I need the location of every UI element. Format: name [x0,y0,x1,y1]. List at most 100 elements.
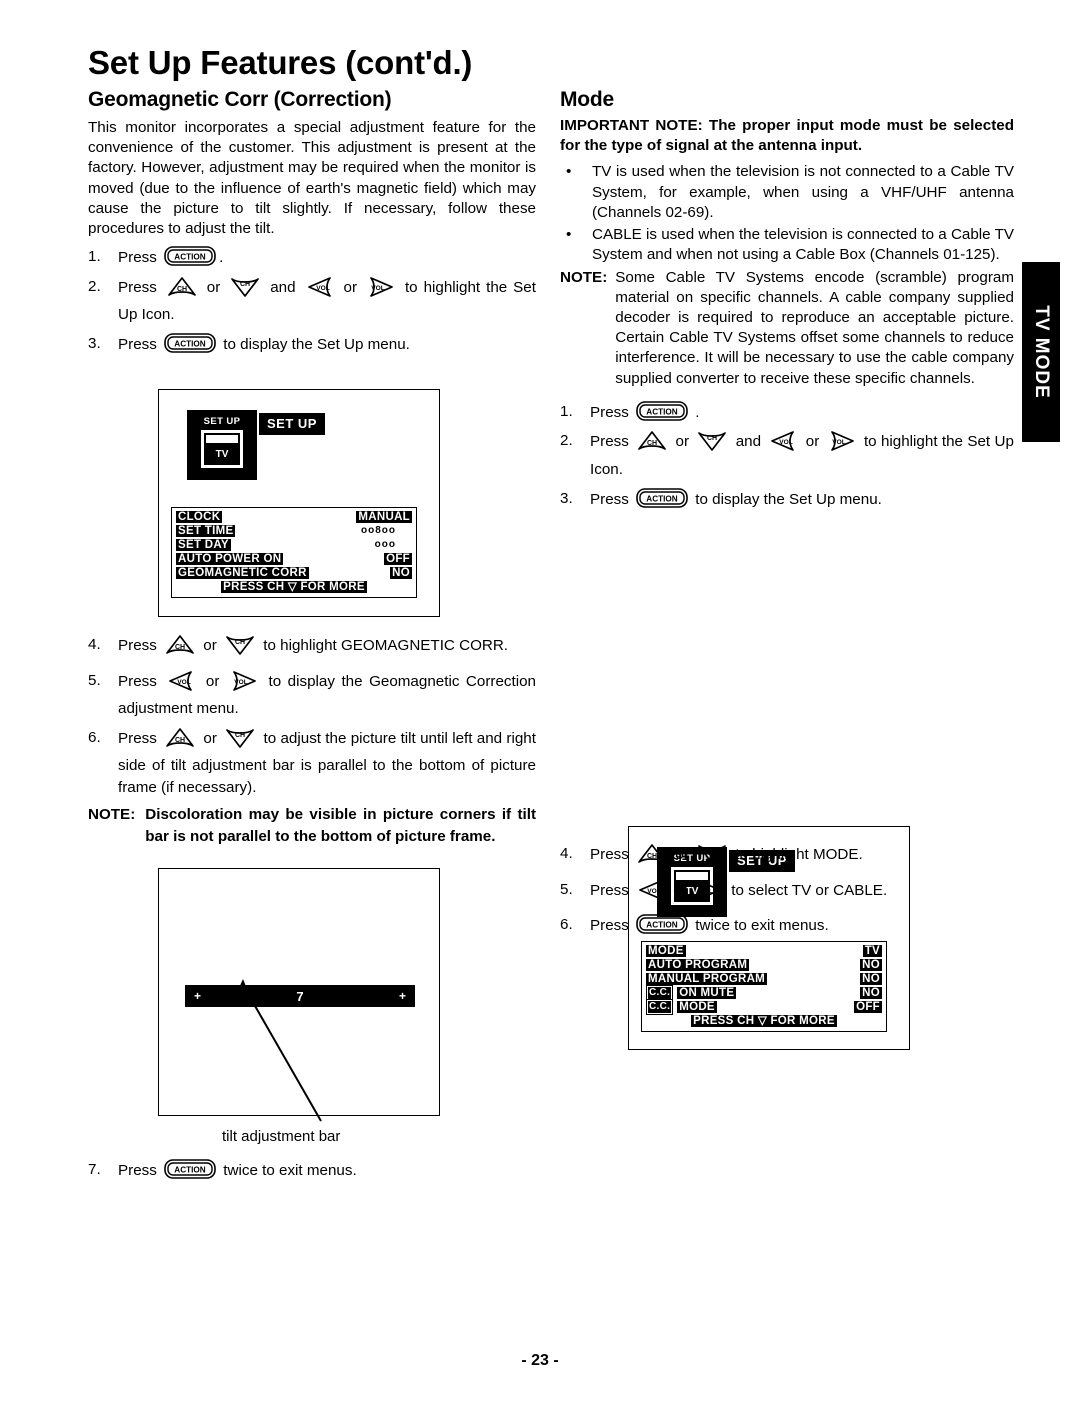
osd-row-label: CLOCK [176,511,223,523]
step-item: 5. Press VOL or VOL to display the Geoma… [88,670,536,720]
step-number: 3. [88,335,101,353]
osd-row: SET TIME oo8oo [176,524,412,538]
step-number: 2. [88,277,101,295]
svg-text:VOL: VOL [780,439,794,446]
closed-caption-tag: C.C. [646,999,674,1015]
right-column: Mode IMPORTANT NOTE: The proper input mo… [560,88,1014,510]
step-conjunction-3: or [805,433,820,451]
important-note-label: IMPORTANT NOTE: [560,117,703,134]
step-text-pre: Press [590,403,629,421]
step-number: 5. [560,880,573,898]
step-number: 4. [88,636,101,653]
setup-icon-tv-label: TV [215,448,229,460]
volume-down-button-icon: VOL [167,670,195,699]
step-text-pre: Press [590,917,629,935]
step-item: 4. Press CH or CH to highlight MODE. [560,843,1014,872]
page-title: Set Up Features (cont'd.) [88,44,473,81]
channel-up-button-icon: CH [637,430,667,459]
step-text-pre: Press [590,433,629,451]
volume-up-button-icon: VOL [695,879,723,908]
svg-text:CH: CH [707,435,717,442]
osd-row: C.C. ON MUTE NO [646,985,882,1001]
right-column-steps-continued: 4. Press CH or CH to highlight MODE. 5. … [560,843,1014,937]
osd-row-highlighted: MODE TV [646,944,882,958]
osd-row-label: MANUAL PROGRAM [646,973,768,985]
step-text-post: to select TV or CABLE. [731,881,888,899]
step-conjunction: or [673,881,687,899]
step-item: 1. Press ACTION . [88,246,536,269]
action-button-icon: ACTION [164,333,216,353]
tilt-bar-leader-arrow [235,979,322,1122]
important-note-block: IMPORTANT NOTE: The proper input mode mu… [560,116,1014,156]
page-number: - 23 - [521,1352,559,1369]
step-text-pre: Press [590,846,629,863]
step-number: 3. [560,489,573,507]
step-text-pre: Press [590,881,629,899]
side-tab-label: TV MODE [1031,305,1052,399]
osd-row-label: AUTO PROGRAM [646,959,750,971]
osd-row: AUTO PROGRAM NO [646,958,882,972]
step-item: 2. Press CH or CH and VOL or VOL to high… [560,430,1014,480]
osd-row-dots: ooo [374,539,396,550]
section-heading-geomagnetic: Geomagnetic Corr (Correction) [88,88,392,111]
step-item: 4. Press CH or CH to highlight GEOMAGNET… [88,634,536,663]
step-text-post: to display the Set Up menu. [223,336,410,354]
osd-setup-rows: CLOCK MANUAL SET TIME oo8oo SET DAY ooo … [171,507,417,598]
svg-text:VOL: VOL [371,285,385,292]
svg-text:ACTION: ACTION [174,1165,205,1174]
step-number: 2. [560,432,573,450]
osd-row-value: OFF [384,553,412,565]
step-text-pre: Press [590,490,629,508]
setup-icon-bar [206,435,238,443]
side-tab-tv-mode: TV MODE [1022,262,1060,442]
osd-footer: PRESS CH ▽ FOR MORE [176,580,412,595]
step-text-pre: Press [118,278,157,296]
svg-text:CH: CH [707,848,717,855]
bullet-item: • TV is used when the television is not … [560,162,1014,223]
setup-icon: SET UP TV [187,410,257,480]
svg-text:CH: CH [177,286,187,293]
bullet-marker: • [566,163,572,181]
step-number: 1. [88,248,101,266]
step-text-post: twice to exit menus. [223,1162,357,1179]
step-item: 7. Press ACTION twice to exit menus. [88,1159,536,1182]
osd-footer-text: PRESS CH ▽ FOR MORE [221,581,367,593]
svg-text:ACTION: ACTION [174,253,205,262]
step-item: 1. Press ACTION . [560,401,1014,424]
step-text-pre: Press [118,249,157,267]
step-item: 5. Press VOL or VOL to select TV or CABL… [560,879,1014,908]
step-item: 6. Press ACTION twice to exit menus. [560,914,1014,937]
volume-up-button-icon: VOL [367,276,395,305]
osd-row-dots: oo8oo [361,525,396,536]
step-text-post: . [695,403,700,421]
osd-row: MANUAL PROGRAM NO [646,972,882,986]
step-number: 6. [560,916,573,934]
osd-row-label: ON MUTE [677,987,737,999]
svg-text:VOL: VOL [699,888,713,895]
osd-row: SET DAY ooo [176,538,412,552]
note-text: Discoloration may be visible in picture … [145,806,536,845]
osd-row-label: MODE [677,1001,717,1013]
volume-up-button-icon: VOL [230,670,258,699]
svg-text:ACTION: ACTION [646,494,677,503]
step-text-pre: Press [118,729,157,747]
channel-up-button-icon: CH [167,276,197,305]
svg-text:CH: CH [647,440,657,447]
bullet-item: • CABLE is used when the television is c… [560,225,1014,265]
osd-mode-rows: MODE TV AUTO PROGRAM NO MANUAL PROGRAM N… [641,941,887,1032]
osd-row: AUTO POWER ON OFF [176,552,412,566]
osd-row-value: OFF [854,1001,882,1013]
osd-footer: PRESS CH ▽ FOR MORE [646,1014,882,1029]
action-button-icon: ACTION [164,246,216,267]
step-conjunction-3: or [343,278,358,296]
svg-text:ACTION: ACTION [174,339,205,348]
svg-text:CH: CH [647,853,657,860]
svg-text:ACTION: ACTION [646,921,677,930]
bullet-marker: • [566,226,572,244]
channel-down-button-icon: CH [230,276,260,305]
step-conjunction: or [205,672,220,690]
step-number: 4. [560,845,573,862]
osd-title-banner: SET UP [259,413,325,435]
channel-down-button-icon: CH [225,634,255,663]
volume-down-button-icon: VOL [637,879,665,908]
